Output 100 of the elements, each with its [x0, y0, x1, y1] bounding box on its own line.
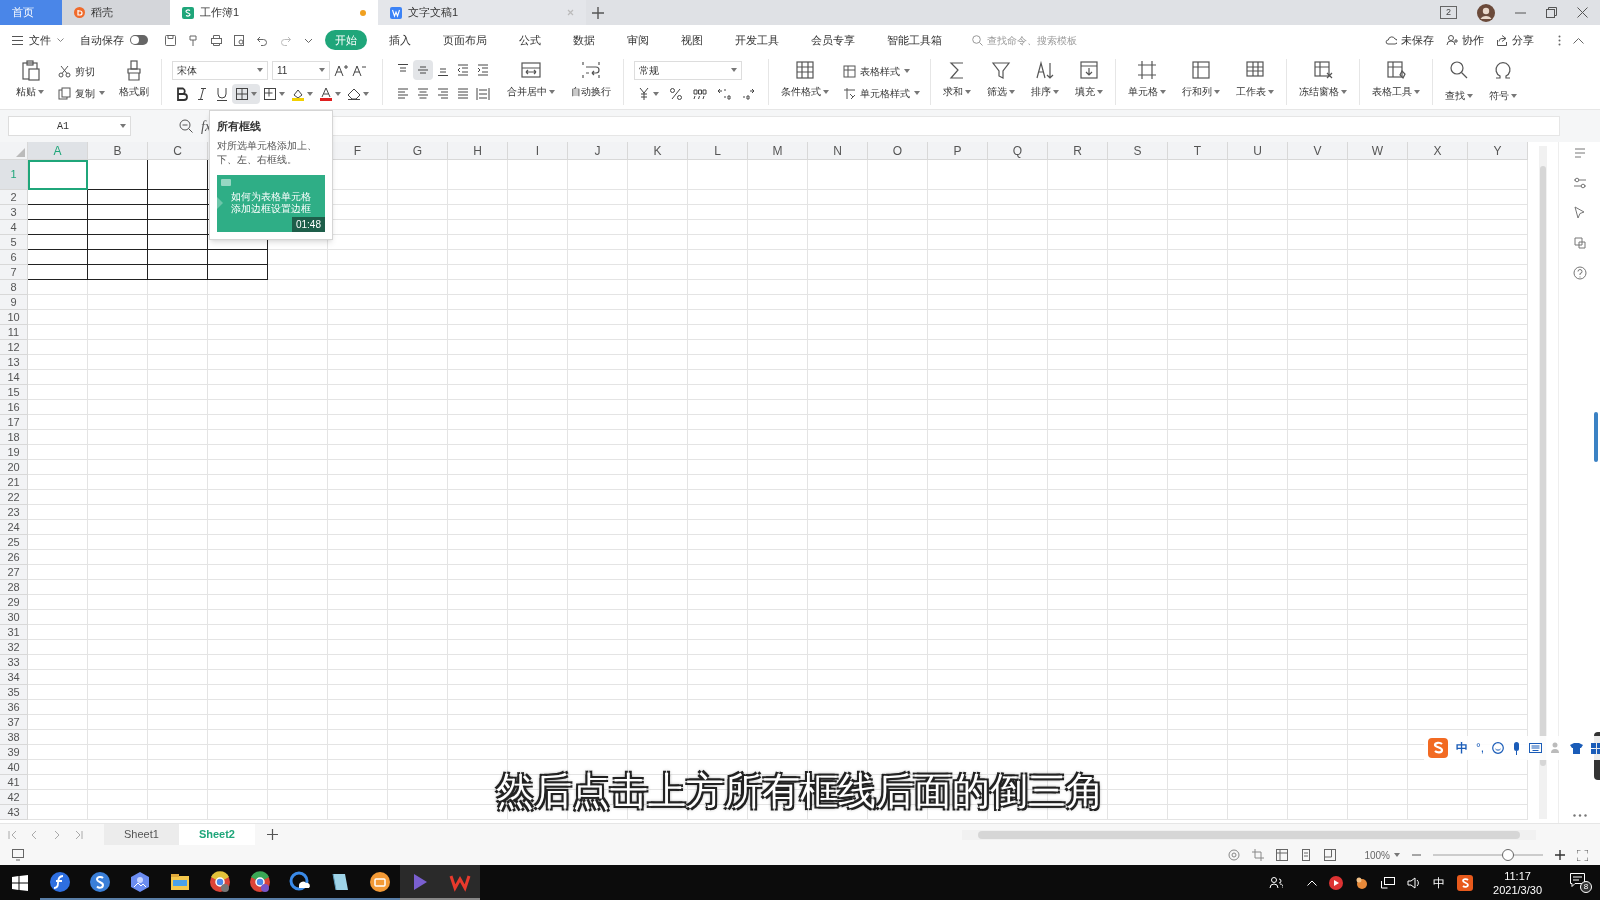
ribbon-tab[interactable]: 审阅 — [617, 30, 659, 50]
ribbon-button[interactable]: 复制 — [58, 83, 105, 103]
window-count-badge[interactable]: 2 — [1440, 6, 1457, 19]
toolbar-button[interactable]: 未保存 — [1385, 31, 1434, 49]
column-header[interactable]: N — [808, 142, 868, 160]
zoom-level-select[interactable]: 100% — [1364, 847, 1400, 863]
ribbon-button[interactable]: 排序 — [1025, 59, 1065, 105]
row-header[interactable]: 21 — [0, 475, 28, 490]
ribbon-button[interactable]: 合并居中 — [501, 59, 561, 105]
ribbon-tab[interactable]: 插入 — [379, 30, 421, 50]
input-language-indicator[interactable]: 中 — [1433, 873, 1446, 892]
row-header[interactable]: 41 — [0, 775, 28, 790]
column-header[interactable]: X — [1408, 142, 1468, 160]
row-header[interactable]: 17 — [0, 415, 28, 430]
row-header[interactable]: 28 — [0, 580, 28, 595]
row-header[interactable]: 7 — [0, 265, 28, 280]
ribbon-tab[interactable]: 页面布局 — [433, 30, 497, 50]
row-header[interactable]: 42 — [0, 790, 28, 805]
row-header[interactable]: 29 — [0, 595, 28, 610]
document-tab[interactable]: 稻壳 — [62, 0, 170, 25]
document-tab[interactable]: 工作簿1 — [170, 0, 378, 25]
ribbon-button[interactable]: 单元格 — [1122, 59, 1172, 105]
column-header[interactable]: G — [388, 142, 448, 160]
column-header[interactable]: H — [448, 142, 508, 160]
row-header[interactable]: 9 — [0, 295, 28, 310]
ribbon-button[interactable]: 冻结窗格 — [1293, 59, 1353, 105]
row-header[interactable]: 36 — [0, 700, 28, 715]
font-select[interactable]: 宋体 — [172, 60, 268, 80]
row-header[interactable]: 34 — [0, 670, 28, 685]
name-box[interactable]: A1 — [8, 116, 131, 136]
row-header[interactable]: 4 — [0, 220, 28, 235]
row-header[interactable]: 33 — [0, 655, 28, 670]
column-header[interactable]: U — [1228, 142, 1288, 160]
ribbon-button[interactable]: 粘贴 — [10, 59, 50, 105]
column-header[interactable]: T — [1168, 142, 1228, 160]
ribbon-button[interactable]: 行和列 — [1176, 59, 1226, 105]
row-header[interactable]: 31 — [0, 625, 28, 640]
row-header[interactable]: 8 — [0, 280, 28, 295]
column-header[interactable]: Q — [988, 142, 1048, 160]
row-header[interactable]: 24 — [0, 520, 28, 535]
toolbar-button[interactable]: 协作 — [1446, 31, 1484, 49]
column-header[interactable]: I — [508, 142, 568, 160]
ribbon-button[interactable]: 剪切 — [58, 61, 105, 81]
font-size-select[interactable]: 11 — [272, 60, 330, 80]
ribbon-button[interactable]: 填充 — [1069, 59, 1109, 105]
row-header[interactable]: 18 — [0, 430, 28, 445]
document-tab[interactable]: 首页 — [0, 0, 62, 25]
row-header[interactable]: 37 — [0, 715, 28, 730]
row-header[interactable]: 19 — [0, 445, 28, 460]
ribbon-tab[interactable]: 智能工具箱 — [877, 30, 952, 50]
row-header[interactable]: 16 — [0, 400, 28, 415]
sheet-tab[interactable]: Sheet1 — [104, 824, 179, 845]
row-header[interactable]: 11 — [0, 325, 28, 340]
ribbon-tab[interactable]: 视图 — [671, 30, 713, 50]
row-header[interactable]: 35 — [0, 685, 28, 700]
ribbon-button[interactable]: 格式刷 — [113, 59, 155, 105]
column-header[interactable]: W — [1348, 142, 1408, 160]
row-header[interactable]: 32 — [0, 640, 28, 655]
column-header[interactable]: R — [1048, 142, 1108, 160]
ribbon-tab[interactable]: 数据 — [563, 30, 605, 50]
row-header[interactable]: 6 — [0, 250, 28, 265]
ribbon-button[interactable]: 表格工具 — [1366, 59, 1426, 105]
clock[interactable]: 11:17 2021/3/30 — [1493, 868, 1542, 897]
document-tab[interactable]: 文字文稿1 — [378, 0, 586, 25]
ribbon-button[interactable]: 工作表 — [1230, 59, 1280, 105]
column-header[interactable]: O — [868, 142, 928, 160]
ribbon-button[interactable]: 符号 — [1483, 59, 1523, 109]
row-header[interactable]: 14 — [0, 370, 28, 385]
ribbon-button[interactable]: 筛选 — [981, 59, 1021, 105]
row-header[interactable]: 26 — [0, 550, 28, 565]
toolbar-button[interactable]: 分享 — [1496, 31, 1534, 49]
notification-button[interactable]: 8 — [1570, 872, 1592, 893]
row-header[interactable]: 10 — [0, 310, 28, 325]
row-header[interactable]: 30 — [0, 610, 28, 625]
column-header[interactable]: S — [1108, 142, 1168, 160]
row-header[interactable]: 3 — [0, 205, 28, 220]
ribbon-tab[interactable]: 公式 — [509, 30, 551, 50]
row-header[interactable]: 15 — [0, 385, 28, 400]
file-menu[interactable]: 文件 — [12, 31, 64, 49]
row-header[interactable]: 39 — [0, 745, 28, 760]
column-header[interactable]: P — [928, 142, 988, 160]
row-header[interactable]: 25 — [0, 535, 28, 550]
column-header[interactable]: L — [688, 142, 748, 160]
ribbon-button[interactable]: 求和 — [937, 59, 977, 105]
ribbon-button[interactable]: 表格样式 — [843, 61, 920, 81]
ribbon-button[interactable]: 自动换行 — [565, 59, 617, 105]
input-mode-toggle[interactable]: 中 — [1456, 739, 1468, 757]
ribbon-button[interactable]: 查找 — [1439, 59, 1479, 109]
ribbon-tab[interactable]: 会员专享 — [801, 30, 865, 50]
column-header[interactable]: M — [748, 142, 808, 160]
row-header[interactable]: 5 — [0, 235, 28, 250]
column-header[interactable]: K — [628, 142, 688, 160]
punctuation-toggle[interactable]: °, — [1476, 739, 1485, 757]
row-header[interactable]: 27 — [0, 565, 28, 580]
row-header[interactable]: 13 — [0, 355, 28, 370]
row-header[interactable]: 23 — [0, 505, 28, 520]
row-header[interactable]: 2 — [0, 190, 28, 205]
ribbon-button[interactable]: 单元格样式 — [843, 83, 920, 103]
ribbon-tab[interactable]: 开发工具 — [725, 30, 789, 50]
number-format-select[interactable]: 常规 — [634, 60, 742, 80]
